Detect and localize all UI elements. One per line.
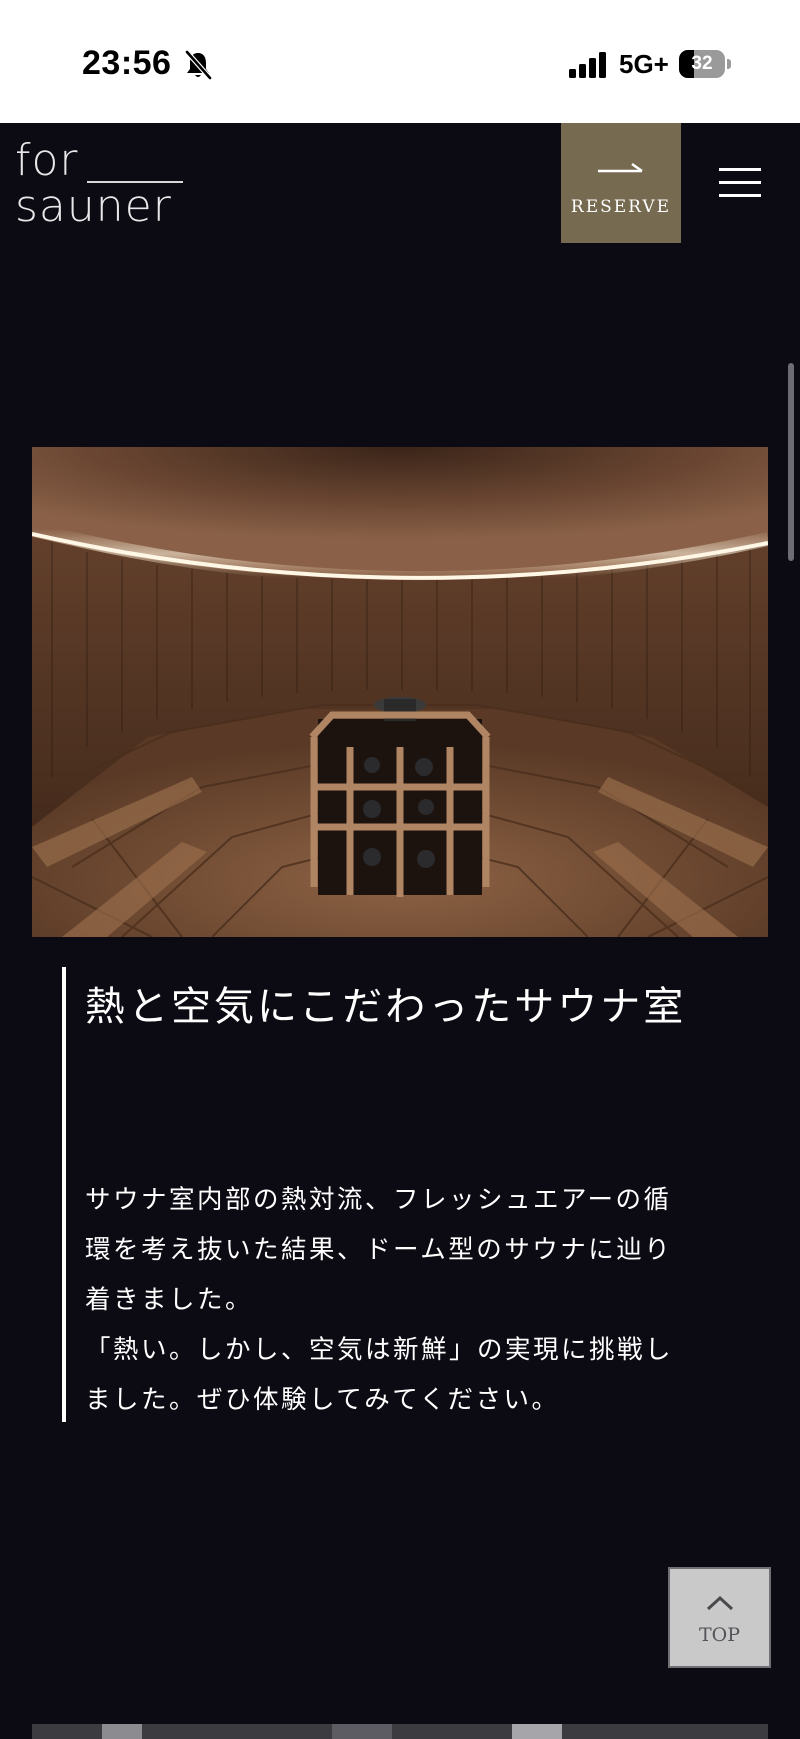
logo[interactable]: for sauner xyxy=(15,135,183,232)
hamburger-menu-button[interactable] xyxy=(714,160,766,204)
scrollbar[interactable] xyxy=(788,363,794,561)
battery-level: 32 xyxy=(691,53,713,74)
feature-line: 着きました。 xyxy=(85,1285,254,1315)
feature-title: 熱と空気にこだわったサウナ室 xyxy=(85,984,687,1030)
back-to-top-button[interactable]: TOP xyxy=(668,1567,771,1668)
feature-line: ました。ぜひ体験してみてください。 xyxy=(85,1385,560,1415)
bell-off-icon xyxy=(185,50,212,80)
next-section-photo xyxy=(32,1724,768,1739)
feature-line: サウナ室内部の熱対流、フレッシュエアーの循 xyxy=(85,1185,672,1215)
feature-line: 「熱い。しかし、空気は新鮮」の実現に挑戦し xyxy=(85,1335,674,1365)
accent-line xyxy=(62,967,66,1422)
battery-icon: 32 xyxy=(679,50,731,78)
reserve-label: RESERVE xyxy=(570,197,672,217)
feature-block: 熱と空気にこだわったサウナ室 サウナ室内部の熱対流、フレッシュエアーの循 環を考… xyxy=(62,967,762,1422)
sauna-room-photo xyxy=(32,447,768,937)
status-time: 23:56 xyxy=(82,44,172,82)
logo-line-sauner: sauner xyxy=(15,181,172,232)
status-bar: 23:56 5G+ 32 xyxy=(0,0,800,123)
network-label: 5G+ xyxy=(619,49,669,79)
feature-description: サウナ室内部の熱対流、フレッシュエアーの循 環を考え抜いた結果、ドーム型のサウナ… xyxy=(85,1175,755,1425)
signal-icon xyxy=(569,52,606,78)
top-label: TOP xyxy=(698,1624,741,1646)
feature-line: 環を考え抜いた結果、ドーム型のサウナに辿り xyxy=(85,1235,673,1265)
chevron-up-icon xyxy=(706,1595,734,1611)
logo-line-for: for xyxy=(15,135,79,186)
arrow-right-icon xyxy=(598,162,643,173)
reserve-button[interactable]: RESERVE xyxy=(561,123,681,243)
